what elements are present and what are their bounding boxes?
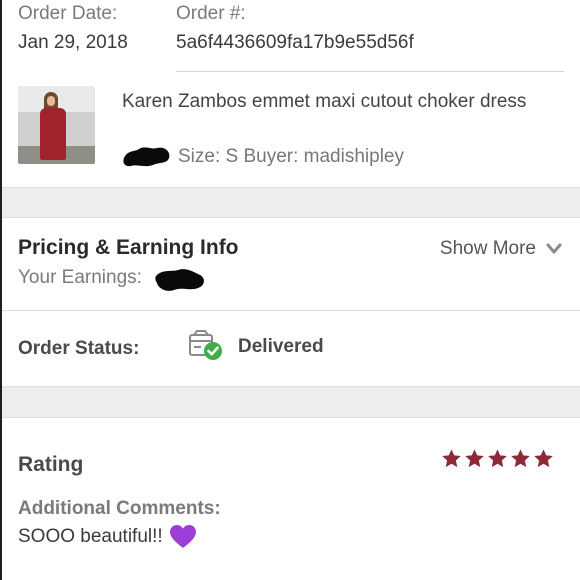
order-number-column: Order #: 5a6f4436609fa17b9e55d56f [176, 0, 414, 56]
order-date-column: Order Date: Jan 29, 2018 [18, 0, 128, 56]
item-thumbnail[interactable] [18, 86, 95, 164]
comments-text: SOOO beautiful!! [18, 526, 163, 547]
order-item[interactable]: Karen Zambos emmet maxi cutout choker dr… [18, 86, 570, 186]
package-delivered-icon [189, 330, 222, 360]
redaction-mark [155, 269, 204, 291]
section-separator [2, 386, 580, 418]
order-status-value: Delivered [238, 336, 324, 357]
order-details-page: Order Date: Jan 29, 2018 Order #: 5a6f44… [0, 0, 580, 580]
order-header: Order Date: Jan 29, 2018 Order #: 5a6f44… [18, 0, 570, 72]
item-size-buyer: Size: S Buyer: madishipley [178, 146, 404, 167]
redaction-mark [123, 147, 170, 167]
show-more-label: Show More [439, 238, 536, 259]
rating-section: Rating Additional Comments: SOOO beautif… [18, 418, 570, 580]
star-icon [534, 449, 553, 468]
order-status-label: Order Status: [18, 338, 140, 359]
order-status-section: Order Status: Delivered [18, 311, 570, 386]
comments-label: Additional Comments: [18, 498, 221, 519]
section-separator [2, 187, 580, 218]
comments-body: SOOO beautiful!! [18, 524, 197, 550]
item-title[interactable]: Karen Zambos emmet maxi cutout choker dr… [122, 88, 542, 116]
earnings-label: Your Earnings: [18, 267, 142, 288]
order-number-value: 5a6f4436609fa17b9e55d56f [176, 32, 414, 53]
pricing-section: Pricing & Earning Info Your Earnings: Sh… [18, 218, 570, 310]
star-rating [441, 448, 554, 469]
star-icon [511, 449, 530, 468]
divider [176, 71, 564, 72]
show-more-button[interactable]: Show More [440, 238, 562, 260]
pricing-title: Pricing & Earning Info [18, 236, 239, 259]
rating-title: Rating [18, 453, 84, 476]
chevron-down-icon [546, 243, 562, 254]
star-icon [465, 449, 484, 468]
order-date-value: Jan 29, 2018 [18, 32, 128, 53]
purple-heart-icon [169, 525, 196, 548]
order-date-label: Order Date: [18, 3, 118, 24]
star-icon [488, 449, 507, 468]
star-icon [442, 449, 461, 468]
order-number-label: Order #: [176, 3, 246, 24]
